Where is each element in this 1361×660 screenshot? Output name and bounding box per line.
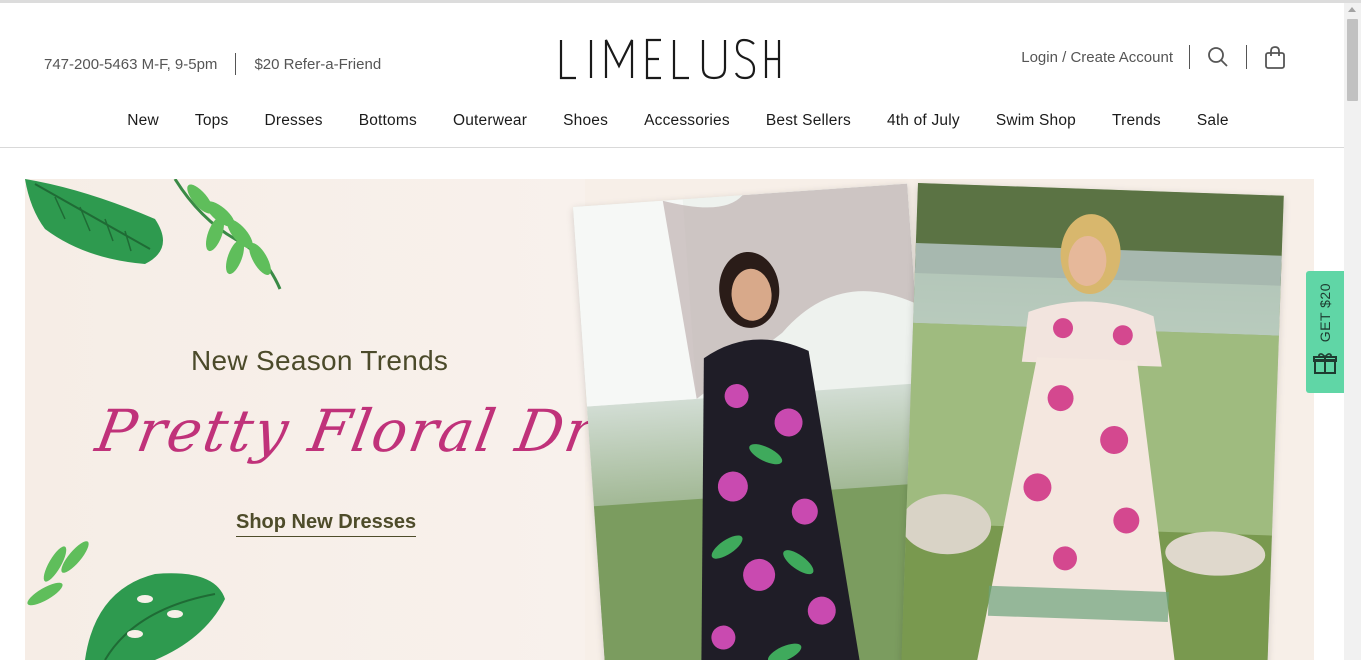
hero-title: New Season Trends	[191, 345, 449, 376]
nav-item-trends[interactable]: Trends	[1112, 112, 1161, 130]
site-header: 747-200-5463 M-F, 9-5pm $20 Refer-a-Frie…	[0, 3, 1344, 148]
hero-banner[interactable]: New Season Trends Pretty Floral Dresses …	[25, 179, 1314, 660]
leaf-icon	[25, 179, 282, 290]
search-icon[interactable]	[1206, 45, 1230, 69]
divider	[1189, 45, 1190, 69]
get-20-label: GET $20	[1317, 283, 1333, 343]
nav-item-accessories[interactable]: Accessories	[644, 112, 730, 130]
model-illustration	[573, 183, 941, 660]
model-illustration	[901, 183, 1284, 660]
gift-icon	[1313, 352, 1337, 379]
nav-item-dresses[interactable]: Dresses	[264, 112, 322, 130]
header-contact: 747-200-5463 M-F, 9-5pm $20 Refer-a-Frie…	[44, 53, 381, 75]
main-nav: New Tops Dresses Bottoms Outerwear Shoes…	[0, 112, 1344, 130]
divider	[1246, 45, 1247, 69]
scroll-up-arrow-icon[interactable]	[1348, 7, 1356, 12]
leaf-icon	[27, 541, 225, 660]
bag-icon[interactable]	[1263, 45, 1287, 69]
limelush-logo[interactable]	[558, 36, 782, 82]
phone-hours[interactable]: 747-200-5463 M-F, 9-5pm	[44, 56, 217, 73]
nav-item-shoes[interactable]: Shoes	[563, 112, 608, 130]
divider	[235, 53, 237, 75]
header-account: Login / Create Account	[1021, 45, 1287, 69]
nav-item-sale[interactable]: Sale	[1197, 112, 1229, 130]
nav-item-new[interactable]: New	[127, 112, 159, 130]
nav-item-tops[interactable]: Tops	[195, 112, 229, 130]
nav-item-swim-shop[interactable]: Swim Shop	[996, 112, 1076, 130]
scroll-thumb[interactable]	[1347, 19, 1358, 101]
nav-item-outerwear[interactable]: Outerwear	[453, 112, 527, 130]
refer-a-friend-link[interactable]: $20 Refer-a-Friend	[254, 56, 381, 73]
get-20-tab[interactable]: GET $20	[1306, 271, 1344, 393]
nav-item-best-sellers[interactable]: Best Sellers	[766, 112, 851, 130]
nav-item-4th-of-july[interactable]: 4th of July	[887, 112, 960, 130]
hero-photo-pink-floral-dress[interactable]	[901, 183, 1284, 660]
nav-item-bottoms[interactable]: Bottoms	[359, 112, 417, 130]
page-scrollbar[interactable]	[1344, 3, 1361, 660]
login-create-account-link[interactable]: Login / Create Account	[1021, 49, 1173, 66]
shop-new-dresses-link[interactable]: Shop New Dresses	[236, 511, 417, 537]
hero-photo-black-floral-dress[interactable]	[573, 183, 941, 660]
